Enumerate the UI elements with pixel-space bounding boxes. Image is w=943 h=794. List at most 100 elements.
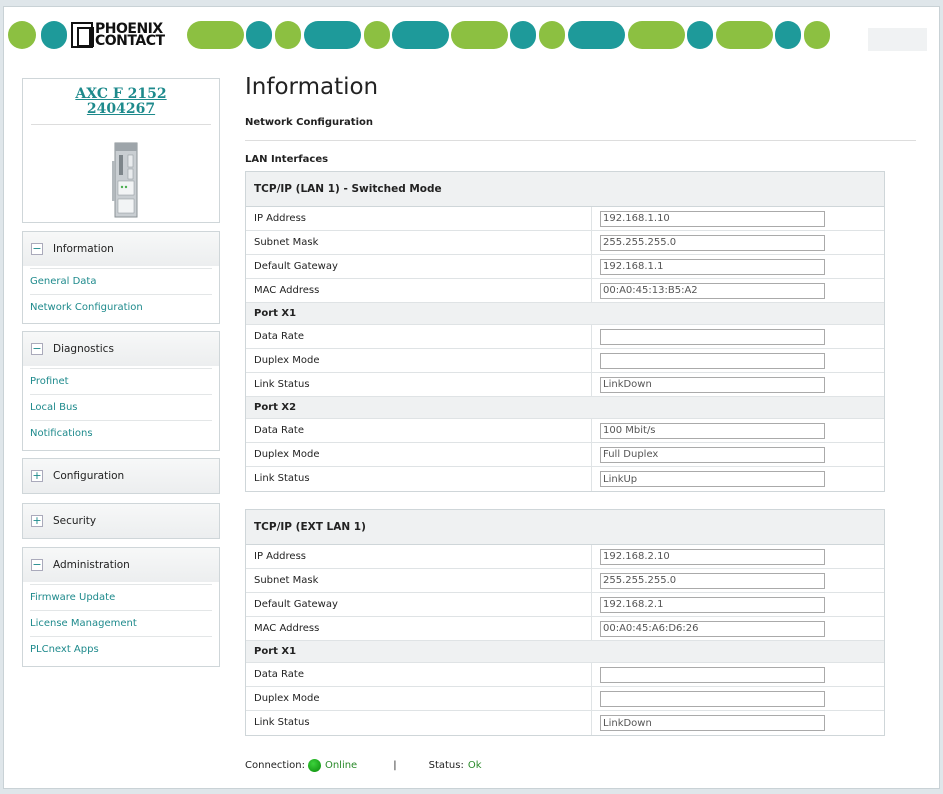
nav-group-header[interactable]: + Security: [23, 504, 219, 538]
table-row: Data Rate: [246, 324, 884, 349]
device-article-number[interactable]: 2404267: [23, 102, 219, 117]
row-label: Link Status: [246, 467, 592, 491]
nav-group-header[interactable]: + Configuration: [23, 459, 219, 493]
header-dot: [687, 21, 713, 49]
nav-group-label[interactable]: Administration: [53, 559, 130, 571]
lan-interfaces-title: LAN Interfaces: [245, 154, 329, 165]
link-status-field[interactable]: [600, 376, 825, 393]
interface-table-lan1: TCP/IP (LAN 1) - Switched Mode IP Addres…: [245, 171, 885, 492]
nav-group-header[interactable]: − Diagnostics: [23, 332, 219, 366]
header-dot: [246, 21, 272, 49]
data-rate-field[interactable]: [600, 422, 825, 439]
collapse-icon[interactable]: −: [31, 243, 43, 255]
nav-group-information: − Information General Data Network Confi…: [22, 231, 220, 324]
port-title: Port X2: [246, 397, 884, 419]
link-status-field[interactable]: [600, 715, 825, 731]
header-placeholder-box: [868, 28, 927, 51]
header-bar: PHOENIX CONTACT: [8, 21, 938, 55]
subnet-mask-field[interactable]: [600, 234, 825, 251]
table-row: IP Address: [246, 206, 884, 231]
expand-icon[interactable]: +: [31, 515, 43, 527]
data-rate-field[interactable]: [600, 328, 825, 345]
collapse-icon[interactable]: −: [31, 343, 43, 355]
interface-title: TCP/IP (EXT LAN 1): [246, 510, 884, 545]
collapse-icon[interactable]: −: [31, 559, 43, 571]
nav-group-configuration: + Configuration: [22, 458, 220, 494]
table-row: Duplex Mode: [246, 442, 884, 467]
row-label: Data Rate: [246, 662, 592, 687]
link-status-field[interactable]: [600, 471, 825, 487]
device-title[interactable]: AXC F 2152 2404267: [23, 87, 219, 117]
table-row: Duplex Mode: [246, 348, 884, 373]
nav-item-firmware-update[interactable]: Firmware Update: [30, 584, 212, 610]
row-label: Duplex Mode: [246, 686, 592, 711]
header-dot: [451, 21, 508, 49]
nav-item-network-configuration[interactable]: Network Configuration: [30, 294, 212, 320]
phoenix-contact-logo[interactable]: PHOENIX CONTACT: [71, 21, 191, 49]
row-label: IP Address: [246, 206, 592, 231]
nav-group-label[interactable]: Configuration: [53, 470, 124, 482]
device-model[interactable]: AXC F 2152: [23, 87, 219, 102]
table-row: Data Rate: [246, 418, 884, 443]
row-label: Link Status: [246, 372, 592, 397]
nav-item-profinet[interactable]: Profinet: [30, 368, 212, 394]
table-row: MAC Address: [246, 616, 884, 641]
nav-group-label[interactable]: Diagnostics: [53, 343, 114, 355]
ip-address-field[interactable]: [600, 210, 825, 227]
logo-mark-icon: [71, 22, 94, 48]
nav-group-header[interactable]: − Administration: [23, 548, 219, 582]
duplex-mode-field[interactable]: [600, 690, 825, 707]
row-label: Default Gateway: [246, 592, 592, 617]
nav-group-diagnostics: − Diagnostics Profinet Local Bus Notific…: [22, 331, 220, 451]
logo-text-line2: CONTACT: [95, 33, 165, 49]
nav-group-security: + Security: [22, 503, 220, 539]
row-label: Link Status: [246, 711, 592, 735]
row-label: Subnet Mask: [246, 568, 592, 593]
row-label: Default Gateway: [246, 254, 592, 279]
table-row: Subnet Mask: [246, 230, 884, 255]
mac-address-field[interactable]: [600, 620, 825, 637]
mac-address-field[interactable]: [600, 282, 825, 299]
data-rate-field[interactable]: [600, 666, 825, 683]
header-dot: [392, 21, 449, 49]
table-row: Default Gateway: [246, 592, 884, 617]
nav-group-label[interactable]: Security: [53, 515, 96, 527]
duplex-mode-field[interactable]: [600, 352, 825, 369]
header-dot: [628, 21, 685, 49]
status-value: Ok: [467, 759, 482, 771]
divider: [245, 140, 916, 141]
ip-address-field[interactable]: [600, 548, 825, 565]
header-dot: [304, 21, 361, 49]
table-row: Duplex Mode: [246, 686, 884, 711]
nav-item-license-management[interactable]: License Management: [30, 610, 212, 636]
expand-icon[interactable]: +: [31, 470, 43, 482]
subnet-mask-field[interactable]: [600, 572, 825, 589]
row-label: Subnet Mask: [246, 230, 592, 255]
duplex-mode-field[interactable]: [600, 446, 825, 463]
port-title: Port X1: [246, 303, 884, 325]
header-dot: [804, 21, 830, 49]
default-gateway-field[interactable]: [600, 596, 825, 613]
connection-label: Connection:: [245, 759, 305, 771]
nav-group-label[interactable]: Information: [53, 243, 114, 255]
device-panel: AXC F 2152 2404267: [22, 78, 220, 223]
nav-item-plcnext-apps[interactable]: PLCnext Apps: [30, 636, 212, 662]
nav-item-local-bus[interactable]: Local Bus: [30, 394, 212, 420]
footer-separator: |: [393, 759, 397, 771]
table-row: IP Address: [246, 544, 884, 569]
header-dot: [41, 21, 67, 49]
connection-status-icon: [307, 758, 321, 772]
table-row: Subnet Mask: [246, 568, 884, 593]
table-row: MAC Address: [246, 278, 884, 303]
table-row: Link Status: [246, 372, 884, 397]
nav-group-header[interactable]: − Information: [23, 232, 219, 266]
status-footer: Connection: Online | Status: Ok: [245, 756, 482, 774]
nav-item-general-data[interactable]: General Data: [30, 268, 212, 294]
default-gateway-field[interactable]: [600, 258, 825, 275]
table-row: Link Status: [246, 467, 884, 491]
row-label: MAC Address: [246, 616, 592, 641]
interface-title: TCP/IP (LAN 1) - Switched Mode: [246, 172, 884, 207]
nav-item-notifications[interactable]: Notifications: [30, 420, 212, 446]
row-label: Data Rate: [246, 418, 592, 443]
interface-table-ext-lan1: TCP/IP (EXT LAN 1) IP Address Subnet Mas…: [245, 509, 885, 736]
